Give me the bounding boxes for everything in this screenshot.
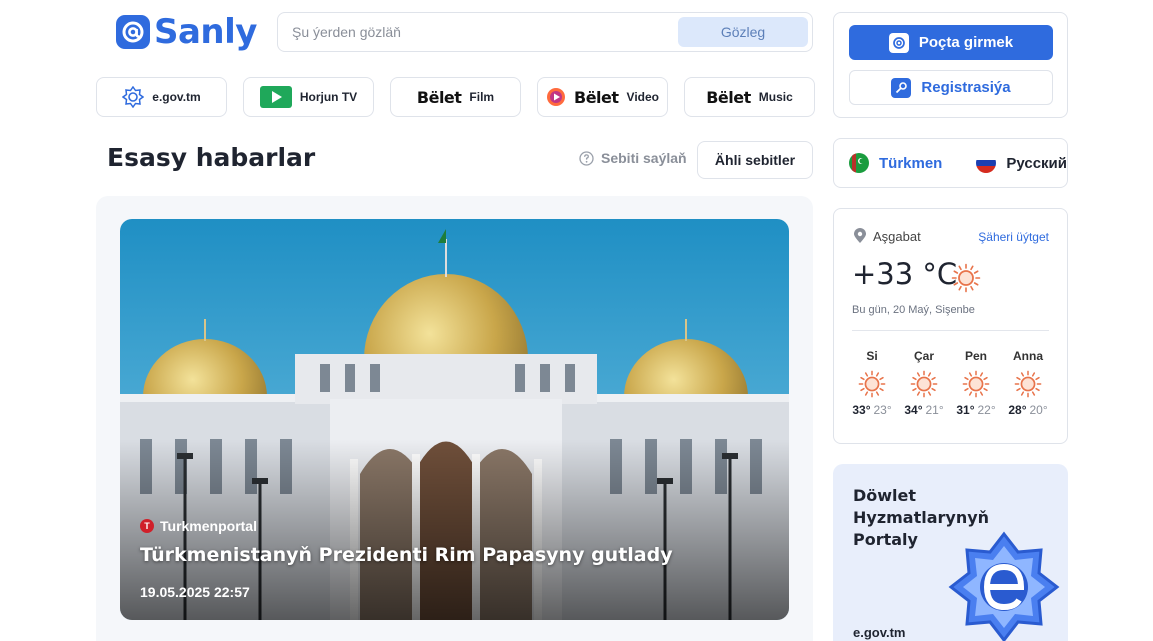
sun-icon [962,370,990,398]
egov-link[interactable]: e.gov.tm [853,625,906,640]
brand-name: Sanly [154,12,257,52]
login-label: Poçta girmek [918,34,1014,51]
lang-turkmen[interactable]: Türkmen [849,153,942,173]
service-belet-music[interactable]: Bëlet Music [684,77,815,117]
forecast-low: 22° [977,403,996,417]
sanly-logo[interactable]: Sanly [116,12,257,52]
featured-news-card[interactable]: T Turkmenportal Türkmenistanyň Prezident… [120,219,789,620]
news-headline[interactable]: Türkmenistanyň Prezidenti Rim Papasyny g… [140,544,769,566]
forecast-day: Anna 28° 20° [1002,349,1054,417]
forecast-temps: 34° 21° [904,403,943,417]
forecast-day: Çar 34° 21° [898,349,950,417]
forecast-temps: 31° 22° [956,403,995,417]
auth-panel: Poçta girmek Registrasiýa [833,12,1068,118]
turkmenistan-flag-icon [849,153,869,173]
mail-at-icon [888,32,909,53]
service-horjun-tv[interactable]: Horjun TV [243,77,374,117]
forecast-day-name: Çar [913,349,934,363]
russia-flag-icon [976,153,997,173]
sun-icon [951,263,981,293]
sun-icon [1014,370,1042,398]
belet-music-logo: Bëlet [706,87,751,107]
news-source: T Turkmenportal [140,518,769,534]
language-switcher: Türkmen Русский [833,138,1068,188]
weather-widget: Aşgabat Şäheri üýtget +33 °C Bu gün, 20 … [833,208,1068,444]
forecast-low: 21° [925,403,944,417]
forecast-high: 28° [1008,403,1027,417]
forecast-day-name: Pen [964,349,987,363]
forecast-day: Si 33° 23° [846,349,898,417]
change-city-link[interactable]: Şäheri üýtget [978,230,1049,244]
forecast-high: 31° [956,403,975,417]
sun-icon [910,370,938,398]
play-icon [259,86,292,108]
service-links: e.gov.tm Horjun TV Bëlet Film Bëlet Vide… [96,77,815,117]
region-select[interactable]: Sebiti saýlaň [579,150,687,166]
location-pin-icon [854,228,866,243]
lang-label: Türkmen [879,154,943,172]
help-circle-icon [579,150,594,166]
service-belet-video[interactable]: Bëlet Video [537,77,668,117]
turkmenportal-icon: T [140,519,154,533]
weather-city: Aşgabat [853,228,921,244]
forecast-temps: 33° 23° [852,403,891,417]
all-regions-button[interactable]: Ähli sebitler [697,141,813,179]
region-select-label: Sebiti saýlaň [601,150,687,166]
service-label: Music [758,90,793,104]
service-label: Video [626,90,659,104]
forecast-day-name: Anna [1013,349,1043,363]
search-button[interactable]: Gözleg [678,17,808,47]
forecast-high: 33° [852,403,871,417]
at-sign-icon [116,15,150,49]
city-label: Aşgabat [873,228,921,244]
egov-promo-card[interactable]: Döwlet Hyzmatlarynyň Portaly e.gov.tm [833,464,1068,641]
divider [852,330,1049,331]
service-belet-film[interactable]: Bëlet Film [390,77,521,117]
register-button[interactable]: Registrasiýa [849,70,1053,105]
forecast-low: 23° [873,403,892,417]
belet-video-brand: Bëlet [574,87,619,107]
egov-emblem-icon [948,531,1060,641]
section-title: Esasy habarlar [107,143,316,172]
service-label: Film [469,90,495,104]
forecast-day-name: Si [866,349,878,363]
news-section: T Turkmenportal Türkmenistanyň Prezident… [96,196,813,641]
weather-date: Bu gün, 20 Maý, Sişenbe [852,304,975,316]
search-bar: Gözleg [277,12,813,52]
news-meta: T Turkmenportal Türkmenistanyň Prezident… [140,518,769,600]
forecast-high: 34° [904,403,923,417]
weather-forecast: Si 33° 23° Çar 34° 21° Pen 31° 22° Anna 28°… [846,349,1054,417]
lang-russian[interactable]: Русский [976,153,1067,173]
search-input[interactable] [278,13,678,51]
forecast-low: 20° [1029,403,1048,417]
belet-video-logo [547,88,565,106]
forecast-day: Pen 31° 22° [950,349,1002,417]
service-label: e.gov.tm [152,90,201,104]
forecast-temps: 28° 20° [1008,403,1047,417]
news-date: 19.05.2025 22:57 [140,584,250,600]
current-temperature: +33 °C [852,257,958,291]
service-egov[interactable]: e.gov.tm [96,77,227,117]
key-icon [891,77,912,98]
service-label: Horjun TV [299,90,358,104]
lang-label: Русский [1006,154,1067,172]
register-label: Registrasiýa [921,79,1011,96]
sun-icon [858,370,886,398]
news-source-label: Turkmenportal [160,518,257,534]
belet-film-logo: Bëlet [416,87,462,107]
egov-icon [122,86,145,108]
login-button[interactable]: Poçta girmek [849,25,1053,60]
